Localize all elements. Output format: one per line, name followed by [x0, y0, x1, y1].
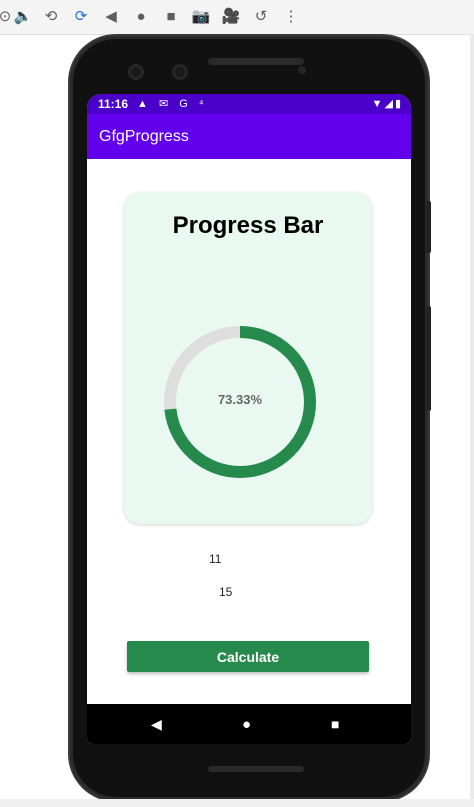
navigation-bar: ◀ ● ■ — [87, 704, 411, 744]
front-camera-icon — [128, 64, 144, 80]
camera-icon[interactable]: 📷 — [192, 8, 211, 26]
system-status-icons: ▼◢▮ — [371, 98, 403, 110]
calculate-button[interactable]: Calculate — [127, 641, 369, 672]
status-bar: 11:16 ▲ ✉ G ⁴ ▼◢▮ — [87, 94, 411, 114]
nav-recents-icon[interactable]: ■ — [331, 716, 339, 732]
window-edge — [470, 34, 474, 807]
power-button[interactable] — [426, 201, 431, 253]
device-screen: 11:16 ▲ ✉ G ⁴ ▼◢▮ GfgProgress Progress B… — [87, 94, 411, 744]
sensor-icon — [172, 64, 188, 80]
home-icon[interactable]: ● — [132, 8, 150, 26]
card-title: Progress Bar — [172, 212, 324, 239]
proximity-sensor — [298, 66, 306, 74]
progress-card: Progress Bar 73.33% — [124, 192, 372, 524]
video-icon[interactable]: 🎥 — [222, 8, 241, 26]
value1-text: 11 — [209, 552, 222, 566]
notification-icons: ▲ ✉ G ⁴ — [137, 98, 208, 110]
emulator-toolbar: ⊙ 🔈 ⟲ ⟳ ◀ ● ■ 📷 🎥 ↺ ⋮ — [0, 0, 474, 35]
status-time: 11:16 — [98, 97, 129, 111]
nav-home-icon[interactable]: ● — [242, 716, 251, 733]
back-icon[interactable]: ◀ — [102, 8, 120, 26]
history-icon[interactable]: ↺ — [252, 8, 270, 26]
value2-text: 15 — [219, 585, 233, 599]
app-title: GfgProgress — [99, 128, 189, 145]
window-bottom-edge — [0, 799, 474, 807]
rotate-left-icon[interactable]: ⟲ — [42, 8, 60, 26]
overview-icon[interactable]: ■ — [162, 8, 180, 26]
rotate-right-icon[interactable]: ⟳ — [72, 8, 90, 26]
bottom-speaker — [208, 766, 304, 772]
earpiece-speaker — [208, 58, 304, 65]
progress-percentage: 73.33% — [217, 392, 263, 407]
more-icon[interactable]: ⋮ — [282, 8, 300, 26]
power-icon[interactable]: ⊙ — [0, 8, 14, 26]
nav-back-icon[interactable]: ◀ — [151, 716, 162, 733]
volume-icon[interactable]: 🔈 — [14, 8, 33, 26]
volume-button[interactable] — [426, 306, 431, 411]
app-bar: GfgProgress — [87, 114, 411, 159]
